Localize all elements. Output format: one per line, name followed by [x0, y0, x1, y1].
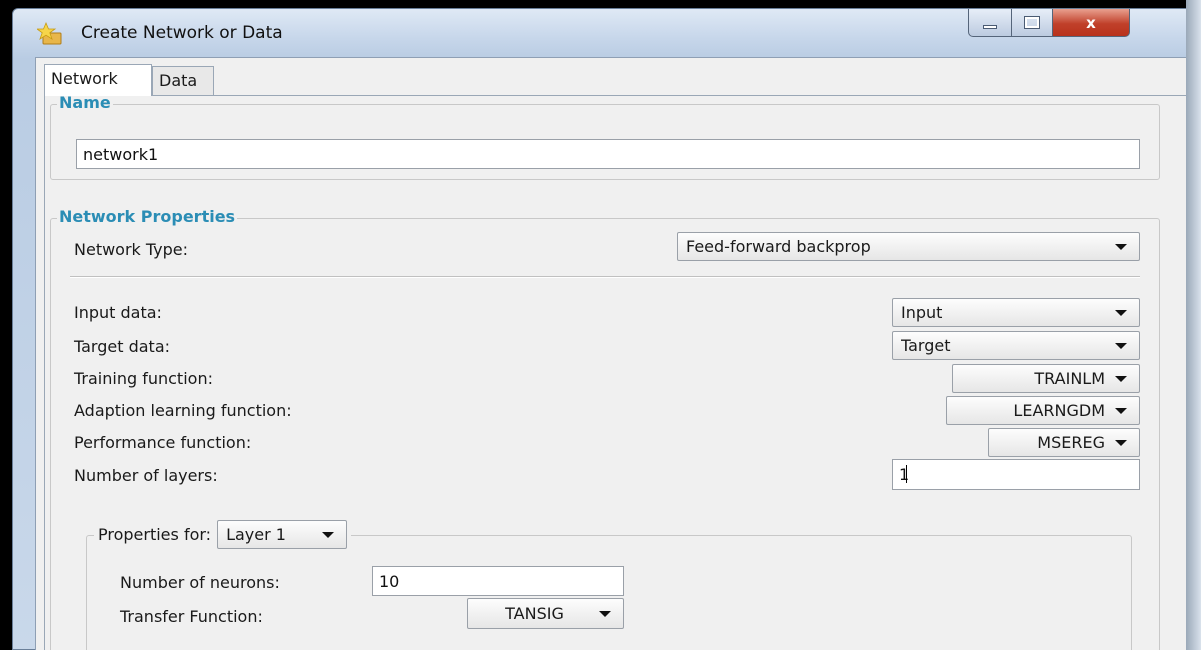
tab-data-label: Data	[159, 71, 198, 90]
adaption-function-label: Adaption learning function:	[74, 401, 292, 420]
properties-for-label: Properties for:	[98, 525, 212, 544]
adaption-function-select[interactable]: LEARNGDM	[946, 396, 1140, 425]
divider	[70, 276, 1140, 278]
chevron-down-icon	[1115, 309, 1127, 316]
target-data-value: Target	[901, 336, 951, 355]
number-of-neurons-input[interactable]	[372, 566, 624, 596]
transfer-function-select[interactable]: TANSIG	[467, 598, 624, 629]
close-icon: x	[1086, 13, 1096, 32]
minimize-button[interactable]	[968, 9, 1012, 37]
adaption-function-value: LEARNGDM	[1013, 401, 1105, 420]
network-properties-legend: Network Properties	[57, 207, 238, 226]
layer-select-value: Layer 1	[226, 525, 286, 544]
tab-data[interactable]: Data	[152, 66, 214, 96]
number-of-layers-input[interactable]	[892, 459, 1140, 490]
chevron-down-icon	[322, 531, 335, 538]
text-caret	[906, 465, 907, 483]
target-data-select[interactable]: Target	[892, 331, 1140, 360]
training-function-select[interactable]: TRAINLM	[952, 364, 1140, 393]
chevron-down-icon	[1115, 342, 1127, 349]
network-name-input[interactable]	[76, 139, 1140, 169]
chevron-down-icon	[1115, 407, 1127, 414]
network-type-select[interactable]: Feed-forward backprop	[677, 232, 1140, 261]
network-type-label: Network Type:	[74, 240, 189, 259]
background-window-edge	[1186, 0, 1201, 650]
properties-for-legend: Properties for: Layer 1	[94, 520, 352, 549]
training-function-value: TRAINLM	[1034, 369, 1105, 388]
star-folder-icon	[37, 21, 62, 45]
performance-function-value: MSEREG	[1037, 433, 1105, 452]
input-data-select[interactable]: Input	[892, 298, 1140, 327]
layer-select[interactable]: Layer 1	[217, 520, 348, 549]
performance-function-select[interactable]: MSEREG	[988, 428, 1140, 457]
maximize-icon	[1024, 16, 1040, 29]
training-function-label: Training function:	[74, 369, 213, 388]
input-data-label: Input data:	[74, 303, 162, 322]
maximize-button[interactable]	[1011, 9, 1053, 37]
close-button[interactable]: x	[1052, 9, 1130, 37]
transfer-function-label: Transfer Function:	[120, 607, 263, 626]
chevron-down-icon	[599, 610, 611, 617]
chevron-down-icon	[1115, 439, 1127, 446]
minimize-icon	[983, 24, 997, 29]
network-type-value: Feed-forward backprop	[686, 237, 871, 256]
chevron-down-icon	[1115, 375, 1127, 382]
transfer-function-value: TANSIG	[505, 604, 564, 623]
chevron-down-icon	[1115, 243, 1127, 250]
tab-network-label: Network	[51, 69, 118, 88]
number-of-neurons-label: Number of neurons:	[120, 573, 280, 592]
tab-network[interactable]: Network	[44, 64, 152, 96]
window-title: Create Network or Data	[81, 23, 283, 43]
target-data-label: Target data:	[74, 337, 171, 356]
input-data-value: Input	[901, 303, 943, 322]
performance-function-label: Performance function:	[74, 433, 252, 452]
number-of-layers-label: Number of layers:	[74, 466, 218, 485]
